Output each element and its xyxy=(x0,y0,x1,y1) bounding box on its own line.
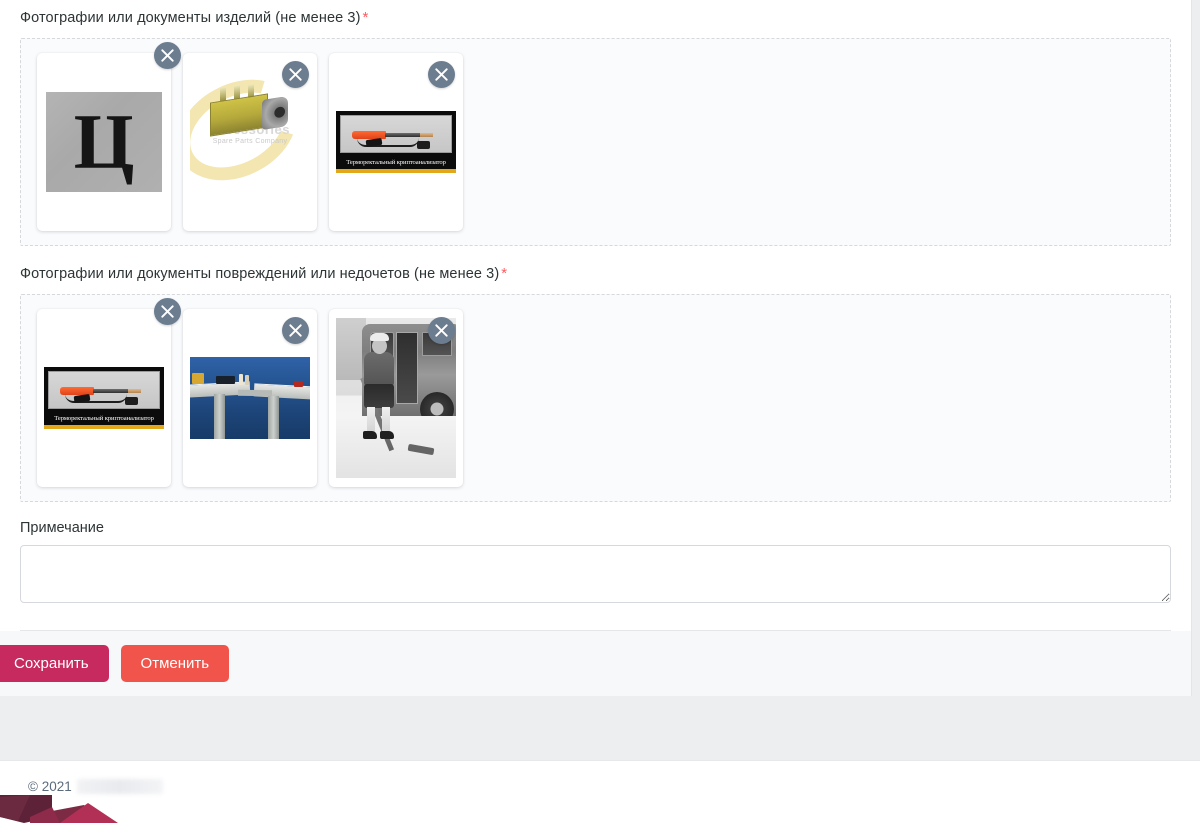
image-bridge xyxy=(190,356,310,439)
close-icon[interactable] xyxy=(428,316,455,344)
attachment-thumbnail[interactable]: Терморектальный криптоанализатор xyxy=(37,297,181,487)
form-body: Фотографии или документы изделий (не мен… xyxy=(0,0,1191,631)
close-icon[interactable] xyxy=(154,41,181,69)
attachment-preview: Терморектальный криптоанализатор xyxy=(42,314,166,482)
product-caption: Терморектальный криптоанализатор xyxy=(346,158,446,166)
note-input[interactable] xyxy=(20,544,1171,603)
attachment-thumbnail[interactable]: Ц xyxy=(37,41,181,231)
attachment-preview: Ц xyxy=(42,58,166,226)
close-icon[interactable] xyxy=(282,60,309,88)
company-name-redacted xyxy=(76,779,163,794)
copyright-text: © 2021 xyxy=(28,779,163,794)
attachment-thumbnail[interactable]: Терморектальный криптоанализатор xyxy=(329,52,463,231)
required-marker: * xyxy=(501,264,508,282)
close-icon[interactable] xyxy=(154,297,181,325)
page-root: Фотографии или документы изделий (не мен… xyxy=(0,0,1200,823)
watermark-subtitle: Spare Parts Company xyxy=(212,137,288,145)
field-label-text: Фотографии или документы повреждений или… xyxy=(20,265,500,282)
cancel-button[interactable]: Отменить xyxy=(120,644,230,682)
attachment-thumbnail[interactable] xyxy=(183,308,317,487)
close-icon[interactable] xyxy=(428,60,455,88)
product-caption: Терморектальный криптоанализатор xyxy=(54,414,154,422)
dropzone-product-photos[interactable]: Ц accessories Spar xyxy=(20,37,1171,246)
field-label-damage-photos: Фотографии или документы повреждений или… xyxy=(20,246,1171,294)
image-product-box: Терморектальный криптоанализатор xyxy=(336,110,456,173)
save-button[interactable]: Сохранить xyxy=(0,644,109,682)
product-photo xyxy=(340,114,452,153)
dropzone-damage-photos[interactable]: Терморектальный криптоанализатор xyxy=(20,293,1171,502)
close-icon[interactable] xyxy=(282,316,309,344)
connector-barrel xyxy=(262,95,288,130)
required-marker: * xyxy=(362,9,369,26)
form-actions: Сохранить Отменить xyxy=(0,630,1191,696)
attachment-thumbnail[interactable] xyxy=(329,308,463,487)
product-photo xyxy=(48,370,160,409)
letter-glyph: Ц xyxy=(73,97,135,185)
field-label-product-photos: Фотографии или документы изделий (не мен… xyxy=(20,0,1171,38)
image-letter: Ц xyxy=(46,91,162,192)
copyright-year: © 2021 xyxy=(28,779,72,794)
form-card: Фотографии или документы изделий (не мен… xyxy=(0,0,1192,696)
image-product-box: Терморектальный криптоанализатор xyxy=(44,366,164,429)
company-logo xyxy=(0,795,118,823)
note-label: Примечание xyxy=(20,519,104,536)
attachment-thumbnail[interactable]: accessories Spare Parts Company xyxy=(183,52,317,231)
page-footer: © 2021 s.ru Download on the App Store xyxy=(0,760,1200,823)
field-label-text: Фотографии или документы изделий (не мен… xyxy=(20,10,361,26)
